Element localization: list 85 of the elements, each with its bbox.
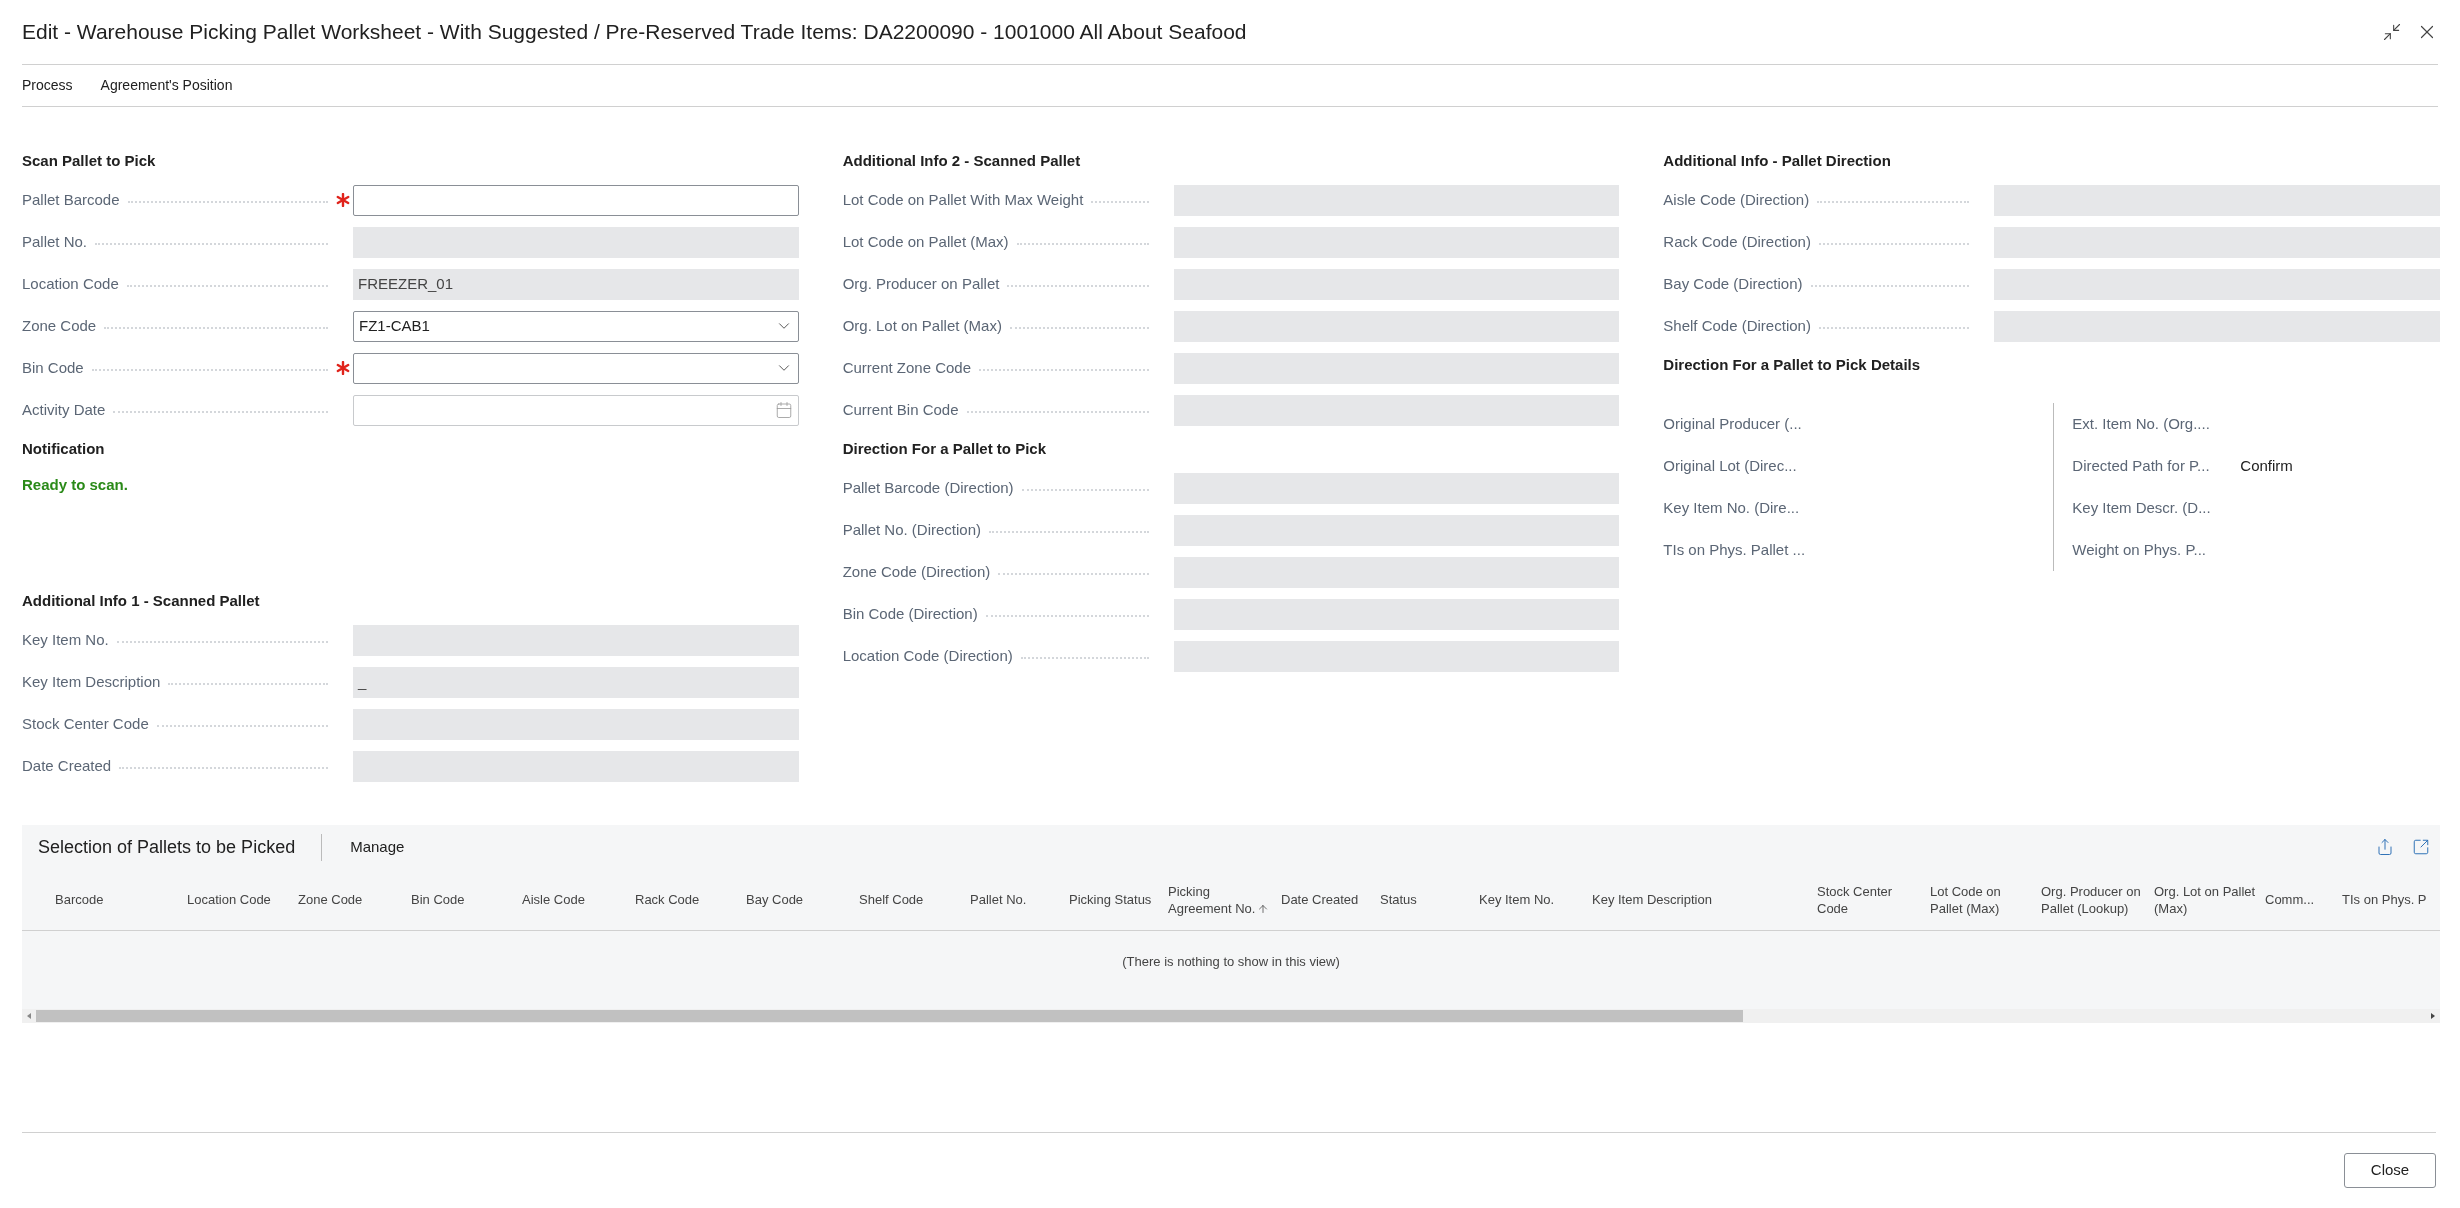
field-label: Lot Code on Pallet (Max) bbox=[842, 231, 1010, 252]
field-label: Zone Code (Direction) bbox=[842, 561, 992, 582]
field-label: Aisle Code (Direction) bbox=[1663, 189, 1811, 210]
readonly-field: _ bbox=[353, 666, 799, 698]
field-label: Pallet Barcode (Direction) bbox=[842, 477, 1015, 498]
detail-label: TIs on Phys. Pallet ... bbox=[1663, 539, 1807, 560]
column-header[interactable]: Comm... bbox=[2265, 891, 2342, 908]
section-heading: Direction For a Pallet to Pick bbox=[842, 438, 1048, 459]
close-button[interactable]: Close bbox=[2344, 1153, 2436, 1188]
expand-icon[interactable] bbox=[2412, 838, 2430, 856]
table-title: Selection of Pallets to be Picked bbox=[38, 833, 323, 861]
column-header[interactable]: Date Created bbox=[1281, 891, 1380, 908]
column-header[interactable]: Aisle Code bbox=[522, 891, 635, 908]
column-header[interactable]: Org. Lot on Pallet (Max) bbox=[2154, 882, 2265, 917]
section-heading: Direction For a Pallet to Pick Details bbox=[1663, 354, 1922, 375]
column-header[interactable]: Rack Code bbox=[635, 891, 746, 908]
input-field[interactable] bbox=[353, 184, 799, 216]
field-label: Rack Code (Direction) bbox=[1663, 231, 1812, 252]
calendar-icon bbox=[774, 401, 793, 419]
detail-label: Directed Path for P... bbox=[2072, 455, 2211, 476]
column-header[interactable]: Status bbox=[1380, 891, 1479, 908]
field-label: Key Item No. bbox=[22, 629, 110, 650]
detail-label: Original Producer (... bbox=[1663, 413, 1803, 434]
field-label: Current Bin Code bbox=[842, 399, 960, 420]
action-menu-item[interactable]: Agreement's Position bbox=[100, 75, 233, 96]
column-header[interactable]: Picking Status bbox=[1069, 891, 1168, 908]
detail-label: Weight on Phys. P... bbox=[2072, 539, 2208, 560]
detail-label: Ext. Item No. (Org.... bbox=[2072, 413, 2211, 434]
column-header[interactable]: Zone Code bbox=[298, 891, 411, 908]
detail-label: Key Item No. (Dire... bbox=[1663, 497, 1801, 518]
detail-label: Original Lot (Direc... bbox=[1663, 455, 1798, 476]
section-heading: Scan Pallet to Pick bbox=[22, 150, 157, 171]
field-label: Pallet Barcode bbox=[22, 189, 121, 210]
action-menu-item[interactable]: Process bbox=[22, 75, 73, 96]
field-label: Bin Code (Direction) bbox=[842, 603, 979, 624]
section-heading: Notification bbox=[22, 438, 106, 459]
column-header[interactable]: Bay Code bbox=[746, 891, 859, 908]
column-header[interactable]: Bin Code bbox=[411, 891, 522, 908]
dialog-title: Edit - Warehouse Picking Pallet Worksheet - With Suggested / Pre-Reserved Trade Items: DA2200090 - 1001000 All About Seafood bbox=[22, 19, 1247, 46]
column-header[interactable]: Org. Producer on Pallet (Lookup) bbox=[2041, 882, 2154, 917]
empty-message: (There is nothing to show in this view) bbox=[1122, 953, 1340, 972]
column-header[interactable]: Barcode bbox=[55, 891, 187, 908]
column-header[interactable]: Picking Agreement No. bbox=[1168, 882, 1281, 917]
section-heading: Additional Info 2 - Scanned Pallet bbox=[842, 150, 1082, 171]
field-label: Location Code bbox=[22, 273, 120, 294]
detail-value: Confirm bbox=[2240, 455, 2293, 476]
manage-button[interactable]: Manage bbox=[350, 835, 405, 859]
field-label: Shelf Code (Direction) bbox=[1663, 315, 1812, 336]
field-label: Org. Producer on Pallet bbox=[842, 273, 1001, 294]
field-label: Key Item Description bbox=[22, 671, 162, 692]
column-header[interactable]: Pallet No. bbox=[970, 891, 1069, 908]
detail-label: Key Item Descr. (D... bbox=[2072, 497, 2212, 518]
column-header[interactable]: TIs on Phys. P bbox=[2342, 891, 2440, 908]
field-label: Activity Date bbox=[22, 399, 107, 420]
column-header[interactable]: Shelf Code bbox=[859, 891, 970, 908]
field-label: Lot Code on Pallet With Max Weight bbox=[842, 189, 1085, 210]
field-label: Bin Code bbox=[22, 357, 85, 378]
scroll-left-icon[interactable] bbox=[25, 1012, 33, 1020]
field-label: Current Zone Code bbox=[842, 357, 973, 378]
scrollbar-thumb[interactable] bbox=[36, 1010, 1743, 1022]
share-icon[interactable] bbox=[2376, 838, 2394, 856]
scroll-right-icon[interactable] bbox=[2429, 1012, 2437, 1020]
column-header[interactable]: Stock Center Code bbox=[1817, 882, 1930, 917]
column-header[interactable]: Key Item Description bbox=[1592, 891, 1817, 908]
field-label: Bay Code (Direction) bbox=[1663, 273, 1804, 294]
sort-arrow-icon bbox=[1257, 903, 1270, 916]
field-label: Date Created bbox=[22, 755, 113, 776]
notification-message: Ready to scan. bbox=[22, 474, 129, 495]
section-heading: Additional Info 1 - Scanned Pallet bbox=[22, 590, 261, 611]
field-label: Location Code (Direction) bbox=[842, 645, 1014, 666]
dropdown-field[interactable]: FZ1-CAB1 bbox=[353, 310, 799, 342]
field-label: Pallet No. bbox=[22, 231, 89, 252]
dropdown-field[interactable] bbox=[353, 352, 799, 384]
field-label: Org. Lot on Pallet (Max) bbox=[842, 315, 1003, 336]
column-header[interactable]: Lot Code on Pallet (Max) bbox=[1930, 882, 2041, 917]
column-header[interactable]: Location Code bbox=[187, 891, 298, 908]
field-label: Stock Center Code bbox=[22, 713, 150, 734]
dropdown-value: FZ1-CAB1 bbox=[359, 315, 430, 336]
column-header[interactable]: Key Item No. bbox=[1479, 891, 1592, 908]
date-field[interactable] bbox=[353, 394, 799, 426]
field-label: Zone Code bbox=[22, 315, 98, 336]
collapse-icon[interactable] bbox=[2382, 22, 2402, 42]
field-label: Pallet No. (Direction) bbox=[842, 519, 983, 540]
section-heading: Additional Info - Pallet Direction bbox=[1663, 150, 1892, 171]
readonly-field: FREEZER_01 bbox=[353, 268, 799, 300]
